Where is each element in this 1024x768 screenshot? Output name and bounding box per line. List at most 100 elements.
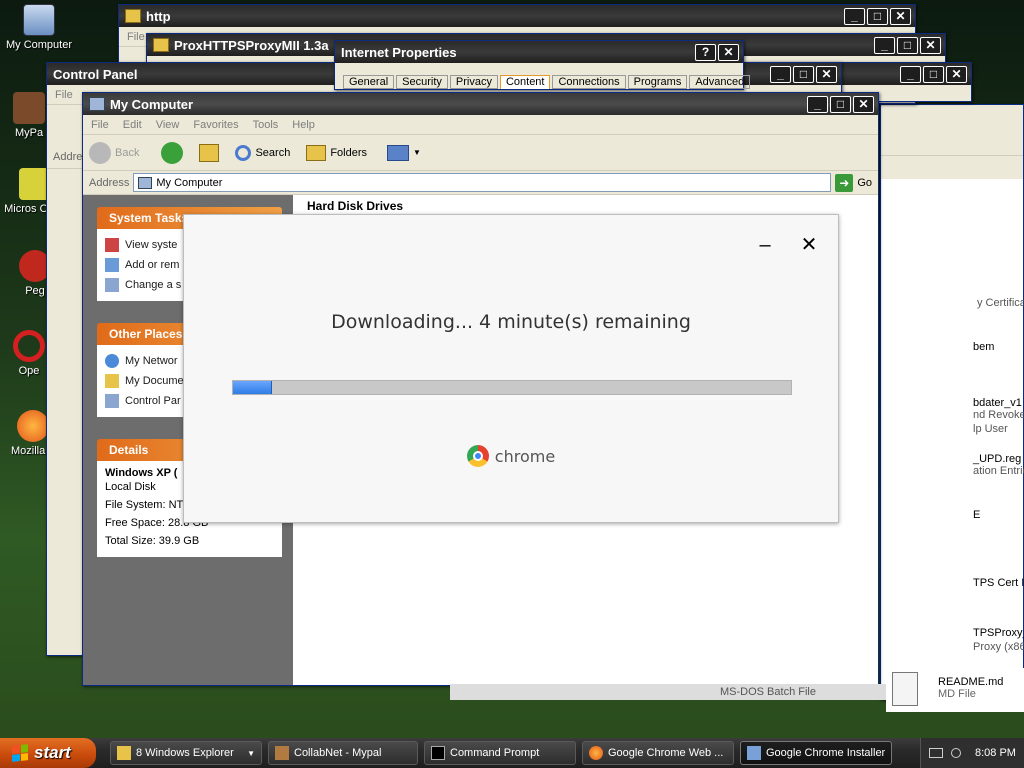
- menu-favorites[interactable]: Favorites: [193, 119, 238, 131]
- tab-programs[interactable]: Programs: [627, 75, 688, 89]
- go-button[interactable]: ➜ Go: [835, 173, 872, 192]
- window-title: http: [146, 8, 171, 24]
- maximize-button[interactable]: □: [867, 8, 888, 25]
- menu-help[interactable]: Help: [292, 119, 315, 131]
- firefox-icon: [589, 746, 603, 760]
- folder-icon: [117, 746, 131, 760]
- file-label: TPSProxy_: [973, 627, 1024, 639]
- folders-button[interactable]: Folders: [306, 144, 367, 161]
- file-label: ation Entrie: [973, 465, 1024, 477]
- system-tray: 8:08 PM: [920, 738, 1024, 768]
- minimize-button[interactable]: _: [807, 96, 828, 113]
- menu-tools[interactable]: Tools: [253, 119, 279, 131]
- file-label: y Certificat: [977, 297, 1024, 309]
- close-button[interactable]: ✕: [920, 37, 941, 54]
- firefox-icon: [17, 410, 49, 442]
- back-button[interactable]: Back: [89, 141, 140, 164]
- desktop: { "desktop_icons": [ {"label": "My Compu…: [0, 0, 1024, 768]
- toolbar: Back Search Folders ▼: [83, 135, 878, 171]
- back-label: Back: [115, 146, 140, 159]
- address-label: Addre: [53, 150, 83, 163]
- titlebar[interactable]: Internet Properties ? ✕: [335, 41, 743, 63]
- go-label: Go: [857, 176, 872, 189]
- menu-file[interactable]: File: [91, 119, 109, 131]
- address-field[interactable]: My Computer: [133, 173, 832, 192]
- system-info-icon: [105, 238, 119, 252]
- minimize-button[interactable]: _: [900, 66, 921, 83]
- up-folder-button[interactable]: [199, 143, 220, 162]
- taskbar-button-chrome-installer[interactable]: Google Chrome Installer: [740, 741, 892, 765]
- start-button[interactable]: start: [0, 738, 96, 768]
- file-label: README.md: [938, 676, 1004, 688]
- forward-button[interactable]: [161, 141, 184, 164]
- titlebar[interactable]: My Computer _ □ ✕: [83, 93, 878, 115]
- taskbar: start 8 Windows Explorer ▼ CollabNet - M…: [0, 738, 1024, 768]
- total-size: Total Size: 39.9 GB: [105, 535, 200, 547]
- menu-file[interactable]: File: [55, 89, 73, 101]
- menu-edit[interactable]: Edit: [123, 119, 142, 131]
- desktop-icon-label: My Computer: [5, 39, 73, 51]
- close-button[interactable]: ✕: [718, 44, 739, 61]
- background-window-strip: MS-DOS Batch File: [450, 684, 886, 700]
- help-button[interactable]: ?: [695, 44, 716, 61]
- window-internet-properties[interactable]: Internet Properties ? ✕ General Security…: [334, 40, 751, 90]
- volume-icon[interactable]: [951, 748, 961, 758]
- download-progress-bar: [232, 380, 792, 395]
- tab-general[interactable]: General: [343, 75, 395, 89]
- forward-arrow-icon: [161, 141, 184, 164]
- taskbar-button-command-prompt[interactable]: Command Prompt: [424, 741, 576, 765]
- readme-file[interactable]: README.md MD File: [886, 668, 1024, 712]
- close-button[interactable]: ✕: [890, 8, 911, 25]
- desktop-icon-label: MyPa: [14, 127, 44, 139]
- place-label: Control Par: [125, 395, 181, 407]
- mypal-icon: [275, 746, 289, 760]
- maximize-button[interactable]: □: [830, 96, 851, 113]
- mypal-icon: [13, 92, 45, 124]
- chrome-brand: chrome: [184, 445, 838, 467]
- chevron-down-icon: ▼: [247, 748, 255, 758]
- tab-advanced[interactable]: Advanced: [689, 75, 751, 89]
- close-button[interactable]: ✕: [797, 233, 821, 257]
- desktop-icon-my-computer[interactable]: My Computer: [4, 4, 74, 51]
- background-window-right[interactable]: y Certificat bem bdater_v1 nd Revoke lp …: [880, 104, 1024, 700]
- minimize-button[interactable]: –: [753, 233, 777, 257]
- tab-content[interactable]: Content: [499, 75, 551, 89]
- back-arrow-icon: [89, 141, 111, 164]
- taskbar-button-windows-explorer[interactable]: 8 Windows Explorer ▼: [110, 741, 262, 765]
- close-button[interactable]: ✕: [816, 66, 837, 83]
- desktop-icon-label: Ope: [18, 365, 40, 377]
- tab-privacy[interactable]: Privacy: [449, 75, 498, 89]
- address-value: My Computer: [156, 176, 223, 189]
- close-button[interactable]: ✕: [946, 66, 967, 83]
- views-button[interactable]: ▼: [387, 144, 421, 161]
- up-folder-icon: [199, 143, 220, 162]
- minimize-button[interactable]: _: [874, 37, 895, 54]
- file-label: MD File: [938, 688, 976, 700]
- folder-icon: [153, 38, 169, 52]
- clock[interactable]: 8:08 PM: [975, 747, 1016, 759]
- network-icon[interactable]: [929, 748, 943, 758]
- search-button[interactable]: Search: [235, 144, 290, 161]
- titlebar[interactable]: http _ □ ✕: [119, 5, 915, 27]
- minimize-button[interactable]: _: [844, 8, 865, 25]
- taskbar-label: CollabNet - Mypal: [294, 747, 382, 759]
- maximize-button[interactable]: □: [897, 37, 918, 54]
- maximize-button[interactable]: □: [923, 66, 944, 83]
- place-label: My Networ: [125, 355, 178, 367]
- tab-security[interactable]: Security: [396, 75, 448, 89]
- menu-bar: File Edit View Favorites Tools Help: [83, 115, 878, 135]
- search-icon: [235, 144, 252, 161]
- close-button[interactable]: ✕: [853, 96, 874, 113]
- taskbar-button-mypal[interactable]: CollabNet - Mypal: [268, 741, 418, 765]
- taskbar-button-chrome-web[interactable]: Google Chrome Web ...: [582, 741, 734, 765]
- maximize-button[interactable]: □: [793, 66, 814, 83]
- file-label: MS-DOS Batch File: [720, 686, 816, 698]
- minimize-button[interactable]: _: [770, 66, 791, 83]
- add-remove-icon: [105, 258, 119, 272]
- menu-view[interactable]: View: [156, 119, 180, 131]
- menu-file[interactable]: File: [127, 31, 145, 43]
- window-title: My Computer: [110, 96, 194, 112]
- task-label: Change a s: [125, 279, 182, 291]
- tab-connections[interactable]: Connections: [552, 75, 626, 89]
- task-label: Add or rem: [125, 259, 180, 271]
